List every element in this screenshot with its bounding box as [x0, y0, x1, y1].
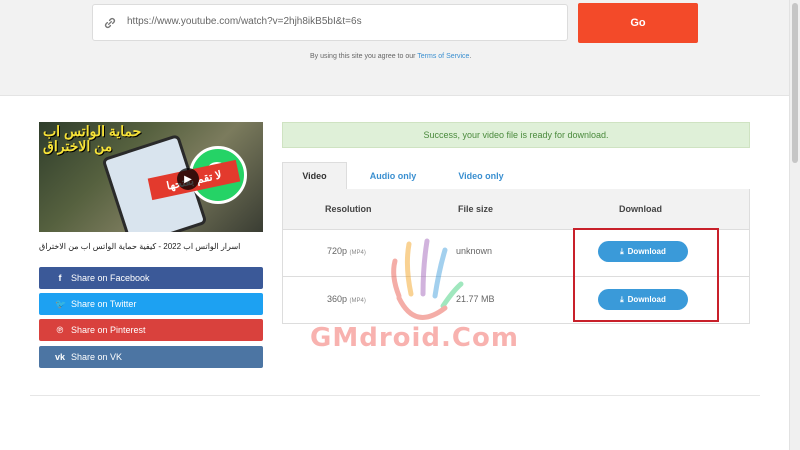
resolution-cell: 360p (MP4) — [327, 294, 366, 304]
pinterest-icon: ℗ — [56, 325, 64, 335]
share-vk-button[interactable]: vk Share on VK — [39, 346, 263, 368]
go-button[interactable]: Go — [578, 3, 698, 43]
url-input[interactable] — [127, 16, 557, 27]
share-facebook-button[interactable]: f Share on Facebook — [39, 267, 263, 289]
download-table: Resolution File size Download 720p (MP4)… — [282, 189, 750, 324]
terms-notice: By using this site you agree to our Term… — [310, 53, 471, 60]
play-icon[interactable]: ▶ — [177, 168, 199, 190]
scrollbar-thumb[interactable] — [792, 3, 798, 163]
terms-of-service-link[interactable]: Terms of Service — [417, 53, 469, 60]
tab-audio-only[interactable]: Audio only — [354, 162, 432, 189]
tab-video[interactable]: Video — [282, 162, 347, 190]
header-file-size: File size — [458, 204, 494, 214]
link-icon — [104, 17, 116, 29]
format-label: (MP4) — [349, 250, 366, 256]
format-label: (MP4) — [349, 298, 366, 304]
resolution-value: 720p — [327, 246, 348, 256]
twitter-icon: 🐦 — [55, 298, 67, 309]
divider — [30, 395, 760, 396]
facebook-icon: f — [58, 273, 62, 283]
share-vk-label: Share on VK — [71, 352, 123, 362]
url-input-section: Go By using this site you agree to our T… — [0, 0, 790, 96]
share-twitter-button[interactable]: 🐦 Share on Twitter — [39, 293, 263, 315]
url-input-box[interactable] — [92, 4, 568, 41]
download-button-720p[interactable]: ⤓ Download — [598, 241, 688, 262]
share-pinterest-label: Share on Pinterest — [71, 325, 146, 335]
download-icon: ⤓ — [620, 246, 624, 256]
video-thumbnail[interactable]: حماية الواتس اب من الاختراق لا تقم بفتحه… — [39, 122, 263, 232]
table-header-row: Resolution File size Download — [283, 189, 749, 230]
download-button-360p[interactable]: ⤓ Download — [598, 289, 688, 310]
download-icon: ⤓ — [620, 294, 624, 304]
hand-logo-icon — [391, 238, 464, 320]
share-facebook-label: Share on Facebook — [71, 273, 150, 283]
share-pinterest-button[interactable]: ℗ Share on Pinterest — [39, 319, 263, 341]
terms-suffix: . — [469, 53, 472, 60]
download-label: Download — [627, 295, 666, 304]
download-label: Download — [627, 247, 666, 256]
video-title: اسرار الواتس اب 2022 - كيفية حماية الوات… — [39, 242, 241, 251]
format-tabs: Video Audio only Video only — [282, 162, 750, 190]
header-download: Download — [619, 204, 662, 214]
success-alert: Success, your video file is ready for do… — [282, 122, 750, 148]
resolution-value: 360p — [327, 294, 348, 304]
terms-text: By using this site you agree to our — [310, 53, 416, 60]
share-twitter-label: Share on Twitter — [71, 299, 137, 309]
header-resolution: Resolution — [325, 204, 372, 214]
table-row: 360p (MP4) 21.77 MB ⤓ Download — [283, 277, 749, 324]
vk-icon: vk — [55, 352, 66, 362]
tab-video-only[interactable]: Video only — [442, 162, 520, 189]
watermark-text: GMdroid.Com — [310, 323, 519, 353]
resolution-cell: 720p (MP4) — [327, 246, 366, 256]
page-scrollbar[interactable] — [789, 0, 800, 450]
table-row: 720p (MP4) unknown ⤓ Download — [283, 229, 749, 277]
